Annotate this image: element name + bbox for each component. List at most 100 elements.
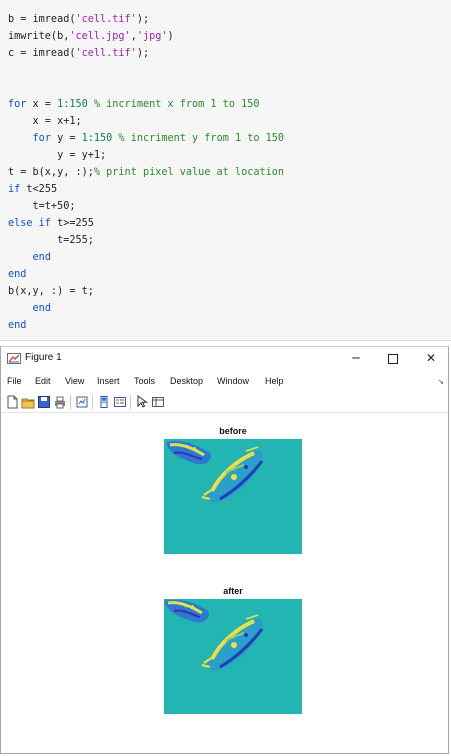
property-inspector-icon	[152, 397, 164, 407]
code-token: end	[32, 303, 51, 314]
code-token: t = b(x,y, :);	[8, 167, 94, 178]
save-button[interactable]	[37, 395, 51, 409]
insert-colorbar-icon	[100, 396, 108, 408]
code-line: x = x+1;	[8, 113, 284, 130]
toolbar-separator	[130, 395, 131, 409]
insert-legend-button[interactable]	[113, 395, 127, 409]
code-token: % print pixel value at location	[93, 167, 285, 178]
edit-plot-pointer-icon	[137, 395, 149, 408]
print-icon	[55, 396, 65, 409]
print-button[interactable]	[53, 395, 67, 409]
close-button[interactable]: ✕	[413, 348, 449, 368]
code-line: for y = 1:150 % incriment y from 1 to 15…	[8, 130, 285, 147]
code-token: t=255;	[8, 235, 94, 246]
code-token: 1:150	[57, 99, 88, 110]
link-plot-icon	[76, 396, 88, 408]
code-token: 'cell.tif'	[75, 14, 137, 25]
code-line: t = b(x,y, :);% print pixel value at loc…	[8, 164, 284, 181]
code-token: 'jpg'	[136, 31, 168, 42]
insert-legend-icon	[114, 397, 126, 407]
property-inspector-button[interactable]	[151, 395, 165, 409]
code-line: for x = 1:150 % incriment x from 1 to 15…	[8, 96, 284, 113]
code-line: b = imread('cell.tif');	[8, 11, 284, 28]
matlab-figure-icon	[7, 353, 21, 364]
axes-title-after: after	[223, 586, 243, 596]
menu-window[interactable]: Window	[217, 376, 249, 386]
insert-colorbar-button[interactable]	[97, 395, 111, 409]
figure-title: Figure 1	[25, 352, 62, 363]
code-token: 1:150	[81, 133, 113, 144]
axes-title-before: before	[219, 426, 247, 436]
code-token: % incriment y from 1 to 150	[112, 133, 285, 144]
menu-help[interactable]: Help	[265, 376, 284, 386]
code-line: imwrite(b,'cell.jpg','jpg')	[8, 28, 284, 45]
figure-titlebar[interactable]: Figure 1 ─ ✕	[1, 347, 448, 371]
code-token: x =	[26, 99, 58, 110]
code-token: t>=255	[50, 218, 94, 229]
menu-edit[interactable]: Edit	[35, 376, 51, 386]
menubar-overflow-icon[interactable]: ➘	[438, 378, 444, 386]
menu-file[interactable]: File	[7, 376, 22, 386]
close-icon: ✕	[425, 351, 437, 365]
toolbar-separator	[70, 395, 71, 409]
toolbar-separator	[92, 395, 93, 409]
code-token: % incriment x from 1 to 150	[87, 99, 260, 110]
open-file-button[interactable]	[21, 395, 35, 409]
code-line: end	[8, 266, 284, 283]
code-line: y = y+1;	[8, 147, 284, 164]
link-plot-button[interactable]	[75, 395, 89, 409]
new-figure-button[interactable]	[5, 395, 19, 409]
image-axes-before[interactable]	[164, 439, 302, 554]
code-token: end	[32, 252, 51, 263]
minimize-icon: ─	[352, 351, 360, 365]
code-token: else if	[8, 218, 51, 229]
figure-window: Figure 1 ─ ✕ ➘ File Edit View Insert Tools De…	[0, 346, 449, 754]
code-token: for	[8, 99, 27, 110]
code-line: t=255;	[8, 232, 284, 249]
figure-menubar: ➘ File Edit View Insert Tools Desktop Window He…	[1, 373, 448, 391]
code-token: end	[8, 320, 27, 331]
minimize-button[interactable]: ─	[338, 348, 374, 368]
code-token: y =	[50, 133, 82, 144]
code-token: t=t+50;	[8, 201, 76, 212]
code-token: imwrite(b,	[8, 31, 70, 42]
code-line: t=t+50;	[8, 198, 284, 215]
menu-view[interactable]: View	[65, 376, 84, 386]
figure-toolbar	[1, 392, 448, 413]
save-icon	[38, 396, 50, 408]
code-token: 'cell.jpg'	[69, 31, 131, 42]
edit-plot-pointer-button[interactable]	[135, 395, 149, 409]
code-token: );	[136, 14, 150, 25]
code-line: if t<255	[8, 181, 284, 198]
figure-canvas: before after	[1, 413, 448, 753]
code-line: b(x,y, :) = t;	[8, 283, 284, 300]
maximize-button[interactable]	[375, 348, 411, 368]
open-file-icon	[21, 398, 35, 409]
code-token: x = x+1;	[8, 116, 82, 127]
matlab-code: b = imread('cell.tif'); imwrite(b,'cell.j…	[8, 11, 284, 334]
code-token: b = imread(	[8, 14, 76, 25]
image-axes-after[interactable]	[164, 599, 302, 714]
code-listing-panel: b = imread('cell.tif'); imwrite(b,'cell.j…	[0, 0, 451, 341]
code-line: c = imread('cell.tif');	[8, 45, 284, 62]
code-token: if	[8, 184, 21, 195]
code-token: for	[32, 133, 51, 144]
code-token: );	[136, 48, 150, 59]
code-token: )	[167, 31, 174, 42]
code-line: end	[8, 249, 284, 266]
new-figure-icon	[7, 395, 18, 409]
menu-desktop[interactable]: Desktop	[170, 376, 203, 386]
menu-insert[interactable]: Insert	[97, 376, 120, 386]
code-token: b(x,y, :) = t;	[8, 286, 94, 297]
code-line: else if t>=255	[8, 215, 284, 232]
code-line: end	[8, 300, 284, 317]
code-line: end	[8, 317, 284, 334]
code-token: 'cell.tif'	[75, 48, 137, 59]
code-token: c = imread(	[8, 48, 76, 59]
menu-tools[interactable]: Tools	[134, 376, 155, 386]
